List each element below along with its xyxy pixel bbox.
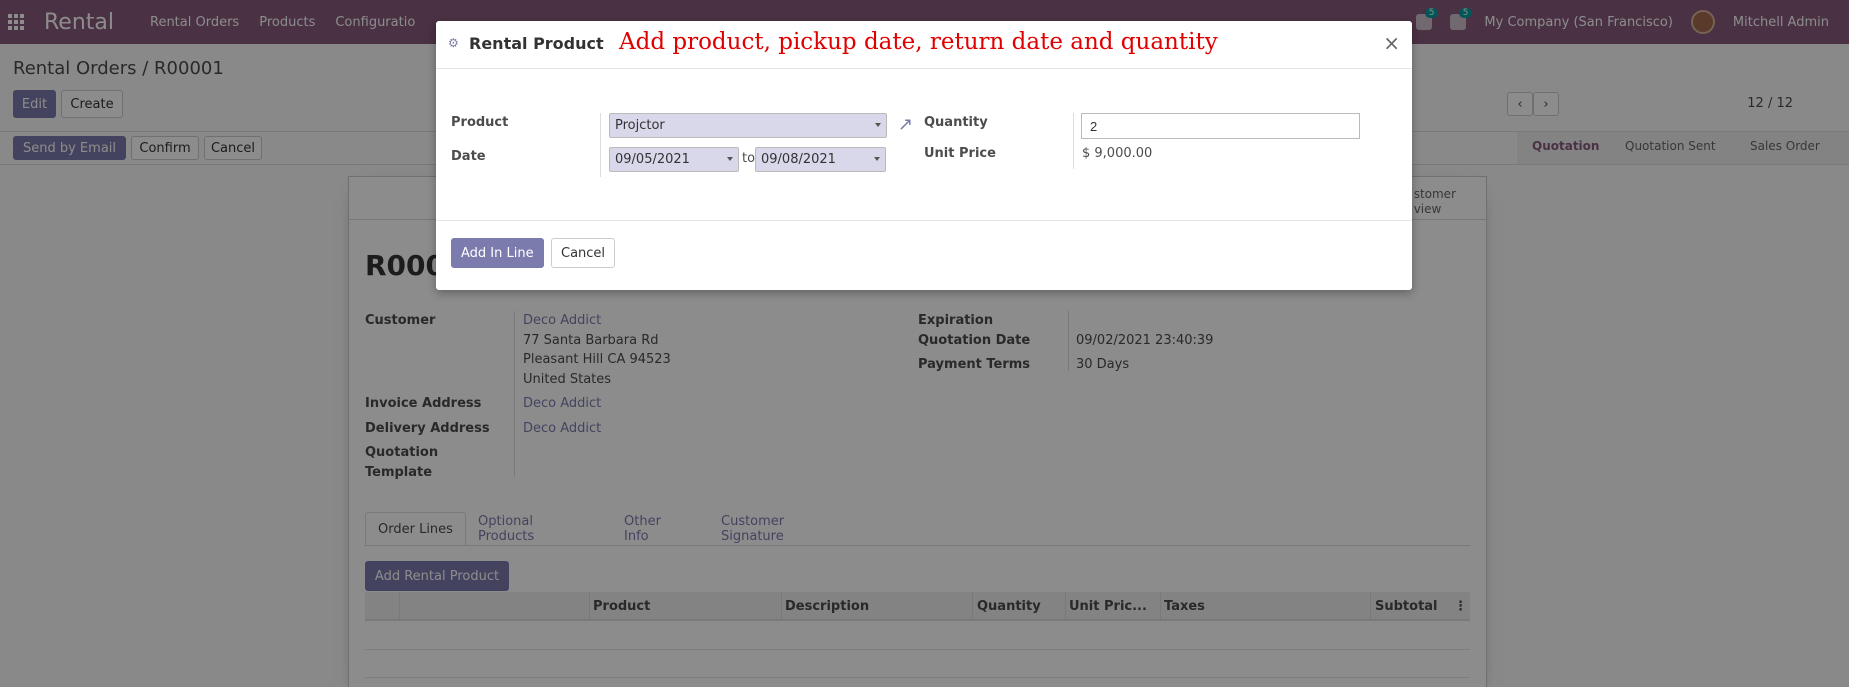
cancel-button[interactable]: Cancel xyxy=(551,238,616,268)
chevron-down-icon xyxy=(875,123,881,127)
pickup-date-value: 09/05/2021 xyxy=(615,152,690,167)
pickup-date-field[interactable]: 09/05/2021 xyxy=(609,147,739,172)
label-separator-right xyxy=(1073,113,1074,169)
label-separator xyxy=(600,113,601,177)
product-label: Product xyxy=(451,115,509,130)
quantity-label: Quantity xyxy=(924,115,988,130)
date-separator-text: to xyxy=(742,151,756,166)
product-select-value: Projctor xyxy=(615,118,665,133)
quantity-input[interactable] xyxy=(1081,113,1360,139)
product-select[interactable]: Projctor xyxy=(609,113,887,138)
external-link-icon[interactable]: ↗ xyxy=(898,114,913,135)
unit-price-value: $ 9,000.00 xyxy=(1082,146,1153,161)
return-date-value: 09/08/2021 xyxy=(761,152,836,167)
chevron-down-icon xyxy=(874,157,880,161)
close-icon[interactable]: × xyxy=(1383,31,1400,55)
unit-price-label: Unit Price xyxy=(924,146,996,161)
annotation-text: Add product, pickup date, return date an… xyxy=(619,29,1218,55)
chevron-down-icon xyxy=(727,157,733,161)
dialog-header: ⚙ Rental Product Add product, pickup dat… xyxy=(436,21,1412,69)
dialog-title: Rental Product xyxy=(469,34,604,53)
return-date-field[interactable]: 09/08/2021 xyxy=(755,147,886,172)
debug-icon[interactable]: ⚙ xyxy=(448,36,459,50)
add-in-line-button[interactable]: Add In Line xyxy=(451,238,544,268)
date-label: Date xyxy=(451,149,486,164)
rental-product-dialog: ⚙ Rental Product Add product, pickup dat… xyxy=(436,21,1412,290)
dialog-footer-divider xyxy=(436,220,1412,221)
